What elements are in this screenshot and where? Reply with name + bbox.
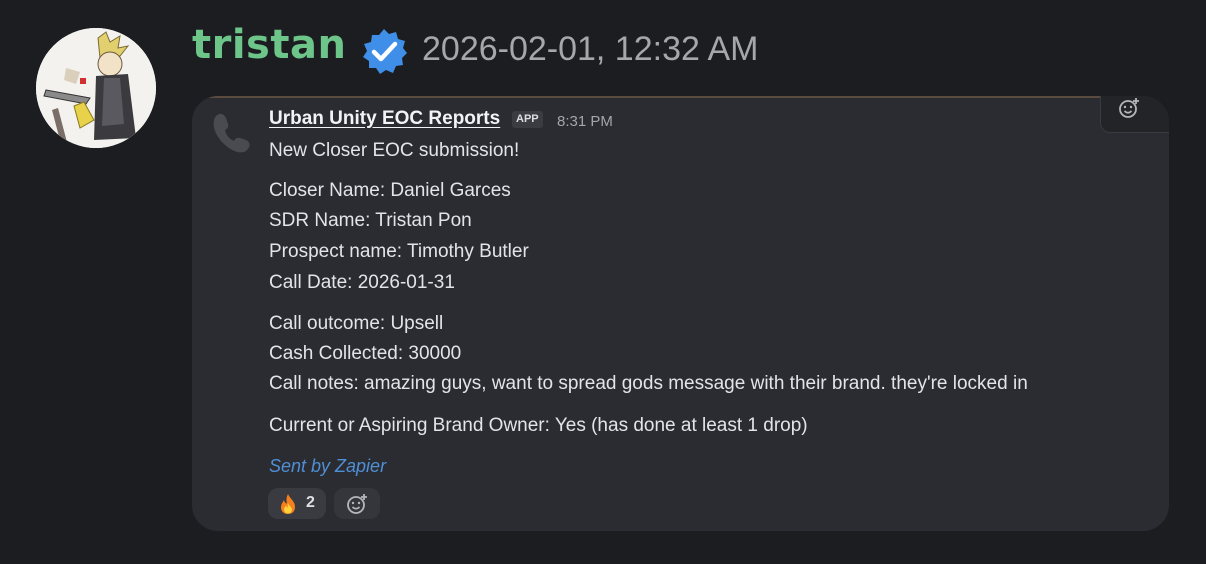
fire-reaction-button[interactable]: 2 <box>268 488 326 519</box>
bot-name-link[interactable]: Urban Unity EOC Reports <box>269 108 500 130</box>
avatar-illustration-icon <box>36 28 156 148</box>
phone-avatar-icon <box>213 113 250 153</box>
app-badge: APP <box>512 111 543 128</box>
add-reaction-icon <box>1119 98 1139 118</box>
reaction-count: 2 <box>306 494 315 511</box>
embedded-message-card: Urban Unity EOC Reports APP 8:31 PM New … <box>192 96 1169 531</box>
message-line: Call outcome: Upsell <box>269 313 444 334</box>
message-time: 8:31 PM <box>557 113 613 130</box>
card-divider <box>192 96 1102 98</box>
username[interactable]: tristan <box>192 22 346 68</box>
add-reaction-button[interactable] <box>334 488 380 519</box>
post-timestamp: 2026-02-01, 12:32 AM <box>422 30 759 68</box>
message-line: New Closer EOC submission! <box>269 140 520 161</box>
add-reaction-hover-button[interactable] <box>1100 96 1169 133</box>
add-reaction-icon <box>347 494 367 514</box>
message-line: Prospect name: Timothy Butler <box>269 241 529 262</box>
message-root: tristan 2026-02-01, 12:32 AM Urban Unity… <box>0 0 1206 564</box>
message-line: Call Date: 2026-01-31 <box>269 272 455 293</box>
message-line: Cash Collected: 30000 <box>269 343 462 364</box>
sent-by-footer: Sent by Zapier <box>269 456 387 476</box>
message-line: Current or Aspiring Brand Owner: Yes (ha… <box>269 415 808 436</box>
message-line: Call notes: amazing guys, want to spread… <box>269 373 1028 394</box>
verified-badge-icon <box>363 29 407 74</box>
avatar[interactable] <box>36 28 156 148</box>
fire-emoji-icon <box>281 494 295 514</box>
message-line: Closer Name: Daniel Garces <box>269 180 511 201</box>
message-line: SDR Name: Tristan Pon <box>269 210 472 231</box>
